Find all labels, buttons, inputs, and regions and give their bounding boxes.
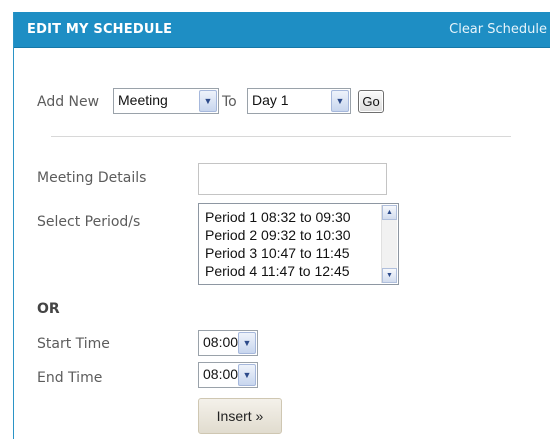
start-time-select[interactable]: 08:00 ▼ bbox=[198, 330, 258, 356]
or-label: OR bbox=[37, 301, 60, 317]
period-option[interactable]: Period 4 11:47 to 12:45 bbox=[205, 263, 350, 279]
clear-schedule-link[interactable]: Clear Schedule bbox=[449, 22, 547, 37]
chevron-down-icon: ▼ bbox=[238, 364, 256, 386]
period-option[interactable]: Period 2 09:32 to 10:30 bbox=[205, 227, 351, 243]
start-time-label: Start Time bbox=[37, 336, 110, 352]
day-value: Day 1 bbox=[252, 92, 289, 108]
add-new-label: Add New bbox=[37, 94, 100, 110]
period-option[interactable]: Period 3 10:47 to 11:45 bbox=[205, 245, 350, 261]
scroll-down-icon[interactable]: ▼ bbox=[382, 268, 397, 283]
meeting-details-label: Meeting Details bbox=[37, 170, 147, 186]
panel-title: EDIT MY SCHEDULE bbox=[27, 22, 173, 37]
item-type-select[interactable]: Meeting ▼ bbox=[113, 88, 219, 114]
scroll-up-icon[interactable]: ▲ bbox=[382, 205, 397, 220]
listbox-scrollbar[interactable]: ▲ ▼ bbox=[381, 205, 397, 283]
day-select[interactable]: Day 1 ▼ bbox=[247, 88, 351, 114]
period-option[interactable]: Period 1 08:32 to 09:30 bbox=[205, 209, 351, 225]
chevron-down-icon: ▼ bbox=[331, 90, 349, 112]
end-time-select[interactable]: 08:00 ▼ bbox=[198, 362, 258, 388]
insert-button[interactable]: Insert » bbox=[198, 398, 282, 434]
meeting-details-input[interactable] bbox=[198, 163, 387, 195]
select-periods-label: Select Period/s bbox=[37, 214, 141, 230]
divider bbox=[51, 136, 511, 137]
periods-listbox[interactable]: Period 1 08:32 to 09:30 Period 2 09:32 t… bbox=[198, 203, 399, 285]
edit-schedule-panel: EDIT MY SCHEDULE Clear Schedule Add New … bbox=[13, 12, 550, 439]
chevron-down-icon: ▼ bbox=[199, 90, 217, 112]
go-button[interactable]: Go bbox=[358, 90, 384, 113]
chevron-down-icon: ▼ bbox=[238, 332, 256, 354]
end-time-value: 08:00 bbox=[203, 366, 239, 382]
item-type-value: Meeting bbox=[118, 92, 168, 108]
to-label: To bbox=[222, 94, 237, 110]
start-time-value: 08:00 bbox=[203, 334, 239, 350]
panel-header: EDIT MY SCHEDULE Clear Schedule bbox=[14, 12, 550, 48]
end-time-label: End Time bbox=[37, 370, 103, 386]
